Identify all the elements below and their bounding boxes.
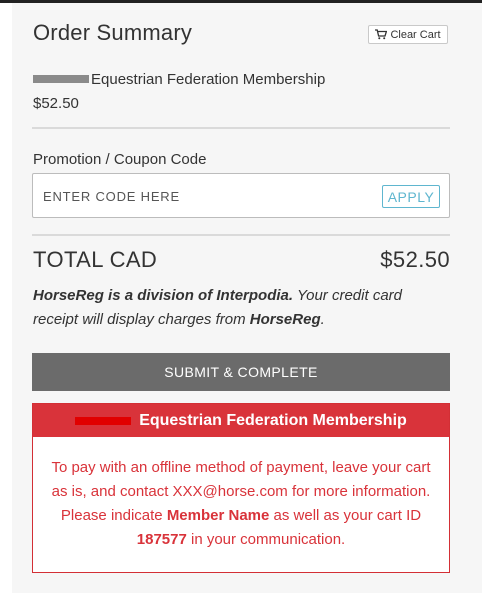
divider bbox=[32, 127, 450, 129]
redaction-bar bbox=[33, 75, 89, 84]
billing-notice-bold: HorseReg is a division of Interpodia. bbox=[33, 287, 294, 304]
promo-code-field: APPLY bbox=[32, 173, 450, 218]
promo-code-input[interactable] bbox=[41, 184, 375, 208]
clear-cart-button[interactable]: Clear Cart bbox=[368, 25, 448, 44]
cart-item-name-text: Equestrian Federation Membership bbox=[91, 71, 326, 88]
member-name-label: Member Name bbox=[166, 507, 270, 524]
offline-text-2: as well as your cart ID bbox=[269, 507, 422, 524]
total-label: TOTAL CAD bbox=[33, 247, 158, 272]
apply-button[interactable]: APPLY bbox=[382, 185, 440, 208]
offline-payment-header-text: Equestrian Federation Membership bbox=[139, 411, 407, 429]
shopping-cart-icon bbox=[375, 29, 388, 40]
offline-payment-instructions: To pay with an offline method of payment… bbox=[47, 456, 435, 552]
cart-id: 187577 bbox=[136, 531, 187, 548]
submit-complete-button[interactable]: SUBMIT & COMPLETE bbox=[32, 353, 450, 391]
billing-notice-brand: HorseReg bbox=[249, 311, 321, 328]
divider bbox=[32, 234, 450, 236]
cart-item-name: Equestrian Federation Membership bbox=[33, 71, 325, 88]
billing-notice: HorseReg is a division of Interpodia. Yo… bbox=[33, 284, 433, 332]
total-value: $52.50 bbox=[380, 247, 450, 272]
offline-text-3: in your communication. bbox=[186, 531, 346, 548]
offline-payment-header: Equestrian Federation Membership bbox=[33, 404, 449, 437]
promo-code-label: Promotion / Coupon Code bbox=[33, 151, 207, 168]
page-title: Order Summary bbox=[33, 20, 193, 45]
cart-item-price: $52.50 bbox=[33, 95, 79, 112]
redaction-bar bbox=[75, 416, 132, 425]
billing-notice-end: . bbox=[320, 311, 325, 328]
clear-cart-label: Clear Cart bbox=[390, 28, 441, 41]
offline-payment-box: Equestrian Federation Membership To pay … bbox=[32, 403, 450, 573]
